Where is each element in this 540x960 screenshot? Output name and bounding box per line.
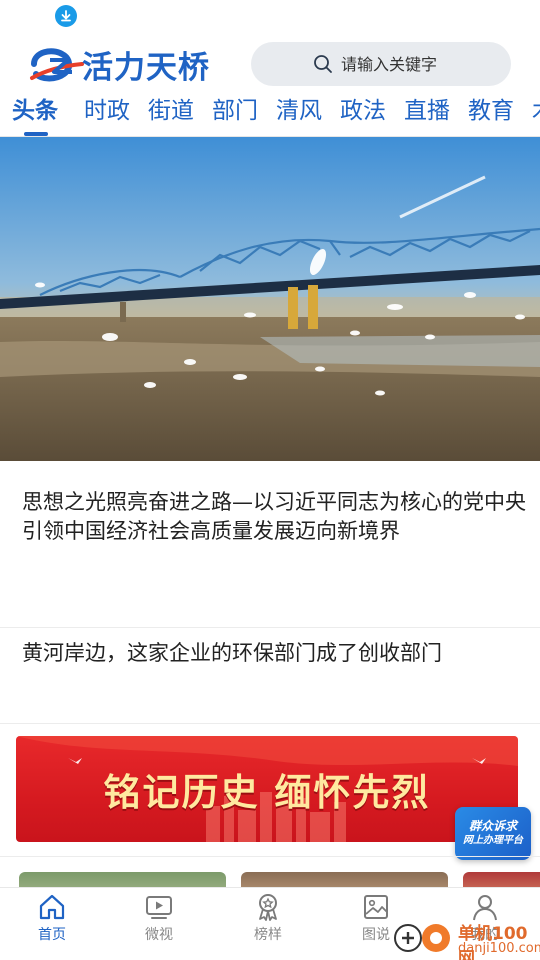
search-input[interactable] xyxy=(341,54,531,74)
search-icon xyxy=(314,55,332,73)
medal-icon xyxy=(259,894,277,921)
search-bar[interactable] xyxy=(251,42,531,86)
tab-streets[interactable]: 街道 xyxy=(148,94,194,132)
home-icon xyxy=(39,894,65,920)
thumbnail-strip xyxy=(0,860,540,890)
watermark-plus-icon xyxy=(394,924,422,952)
news-item[interactable]: 黄河岸边，这家企业的环保部门成了创收部门 xyxy=(0,628,540,723)
watermark-url: danji100.com xyxy=(458,941,540,956)
news-title: 思想之光照亮奋进之路—以习近平同志为核心的党中央引领中国经济社会高质量发展迈向新… xyxy=(22,490,526,543)
download-icon[interactable] xyxy=(55,5,77,27)
image-icon xyxy=(364,895,388,919)
section-divider xyxy=(0,856,540,857)
tab-departments[interactable]: 部门 xyxy=(212,94,258,132)
logo-mark-icon xyxy=(30,48,84,82)
news-item[interactable]: 思想之光照亮奋进之路—以习近平同志为核心的党中央引领中国经济社会高质量发展迈向新… xyxy=(0,461,540,627)
tab-headlines[interactable]: 头条 xyxy=(12,94,58,132)
app-logo: 活力天桥 xyxy=(28,44,210,86)
nav-label-role-models: 榜样 xyxy=(254,927,282,943)
tab-law[interactable]: 政法 xyxy=(340,94,386,132)
app-header: 活力天桥 xyxy=(0,32,540,92)
float-badge-line1: 群众诉求 xyxy=(468,819,517,833)
banner-text: 铭记历史 缅怀先烈 xyxy=(103,771,431,814)
nav-video[interactable]: 微视 xyxy=(119,888,199,960)
site-watermark: 单机100网 danji100.com xyxy=(392,918,540,960)
category-tabs: 头条 时政 街道 部门 清风 政法 直播 教育 木 xyxy=(0,92,540,136)
news-title: 黄河岸边，这家企业的环保部门成了创收部门 xyxy=(22,641,442,665)
nav-home[interactable]: 首页 xyxy=(12,888,92,960)
tab-more-partial[interactable]: 木 xyxy=(532,94,540,132)
public-appeal-float-button[interactable]: 群众诉求 网上办理平台 xyxy=(455,807,531,860)
float-badge-line2: 网上办理平台 xyxy=(463,835,523,846)
hero-image[interactable] xyxy=(0,137,540,461)
memorial-banner[interactable]: 铭记历史 缅怀先烈 xyxy=(16,736,518,842)
tab-education[interactable]: 教育 xyxy=(468,94,514,132)
tab-integrity[interactable]: 清风 xyxy=(276,94,322,132)
nav-role-models[interactable]: 榜样 xyxy=(228,888,308,960)
logo-text: 活力天桥 xyxy=(82,49,210,86)
nav-label-video: 微视 xyxy=(145,927,173,943)
tab-live[interactable]: 直播 xyxy=(404,94,450,132)
news-divider xyxy=(0,723,540,724)
nav-label-home: 首页 xyxy=(38,927,66,943)
status-bar xyxy=(0,0,540,32)
watermark-orange-icon xyxy=(422,924,450,952)
video-icon xyxy=(146,896,172,919)
tab-politics[interactable]: 时政 xyxy=(84,94,130,132)
bridge-photo xyxy=(0,137,540,461)
